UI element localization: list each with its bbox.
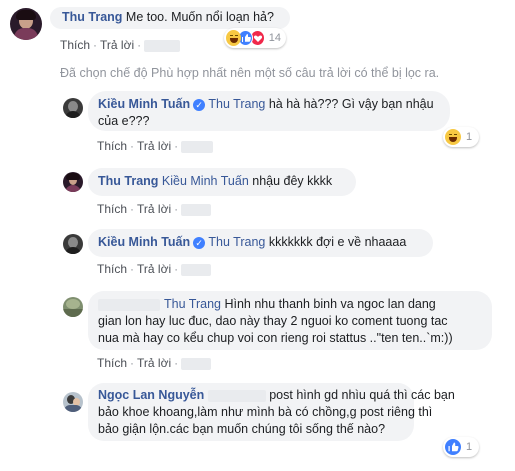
avatar-kieu-minh-tuan[interactable] xyxy=(63,98,83,118)
comment-text-line-1: Hình nhu thanh binh va ngoc lan dang xyxy=(224,297,436,311)
timestamp-blurred xyxy=(181,140,214,153)
avatar-thu-trang[interactable] xyxy=(10,8,42,40)
mention-link[interactable]: Kiều Minh Tuấn xyxy=(162,174,249,188)
like-link[interactable]: Thích xyxy=(97,356,127,370)
reply-link[interactable]: Trả lời xyxy=(100,38,134,52)
comment-actions: Thích · Trả lời · xyxy=(97,202,212,216)
comment-bubble: Ngọc Lan Nguyễn post hình gd nhìu quá th… xyxy=(88,383,455,441)
author-name-blurred xyxy=(98,298,160,311)
comment-bubble: Thu Trang Kiều Minh Tuấn nhậu đêy kkkk xyxy=(88,168,356,196)
comment-bubble: Kiều Minh Tuấn ✓ Thu Trang kkkkkkk đợi e … xyxy=(88,229,433,257)
reaction-summary[interactable]: 1 xyxy=(443,127,479,147)
timestamp-blurred xyxy=(181,203,212,216)
reaction-count: 1 xyxy=(466,441,473,453)
comment-actions: Thích · Trả lời · xyxy=(97,139,214,153)
avatar-ngoc-lan-nguyen[interactable] xyxy=(63,392,83,412)
like-link[interactable]: Thích xyxy=(60,38,90,52)
comment-line: Thu Trang Hình nhu thanh binh va ngoc la… xyxy=(98,296,482,313)
mention-link[interactable]: Thu Trang xyxy=(208,235,265,249)
haha-icon xyxy=(226,30,241,46)
comment-text-line-2: bảo khoe khoang,làm như mình bà có chồng… xyxy=(98,405,433,419)
reply-link[interactable]: Trả lời xyxy=(137,262,171,276)
comment-bubble: Thu Trang Me too. Muốn nổi loạn hả? xyxy=(50,7,290,29)
comment-author[interactable]: Ngọc Lan Nguyễn xyxy=(98,388,204,402)
reaction-count: 14 xyxy=(268,32,281,44)
reaction-summary[interactable]: 1 xyxy=(443,437,479,457)
haha-icon xyxy=(445,129,461,145)
comment-actions: Thích · Trả lời · xyxy=(60,38,181,52)
comment-bubble: Kiều Minh Tuấn ✓ Thu Trang hà hà hà??? Gì… xyxy=(88,91,450,131)
comment-text-line-3: bảo giận lộn.các bạn muốn chúng tôi sống… xyxy=(98,422,386,436)
comment-text-line-2: gian lon hay luc đuc, dao này thay 2 ngu… xyxy=(98,314,448,328)
like-link[interactable]: Thích xyxy=(97,262,127,276)
mention-link[interactable]: Thu Trang xyxy=(164,297,221,311)
timestamp-blurred xyxy=(181,263,212,276)
verified-badge-icon: ✓ xyxy=(193,237,206,249)
timestamp-blurred xyxy=(181,357,212,370)
reaction-summary[interactable]: 14 xyxy=(224,28,286,48)
avatar-kieu-minh-tuan[interactable] xyxy=(63,234,83,254)
comment-author[interactable]: Kiều Minh Tuấn xyxy=(98,235,190,249)
comment-text-line-3: nua mà hay co kểu chup voi con rieng roi… xyxy=(98,331,453,345)
comment-author[interactable]: Thu Trang xyxy=(62,10,122,24)
comment-bubble: Thu Trang Hình nhu thanh binh va ngoc la… xyxy=(88,291,492,350)
reply-link[interactable]: Trả lời xyxy=(137,356,171,370)
comment-author[interactable]: Thu Trang xyxy=(98,174,158,188)
like-icon xyxy=(445,439,461,455)
comment-text-line-1: post hình gd nhìu quá thì các bạn xyxy=(269,388,455,402)
verified-badge-icon: ✓ xyxy=(193,99,206,111)
comment-actions: Thích · Trả lời · xyxy=(97,356,212,370)
comment-text: Me too. Muốn nổi loạn hả? xyxy=(125,10,274,24)
avatar-user[interactable] xyxy=(63,297,83,317)
like-link[interactable]: Thích xyxy=(97,202,127,216)
comment-line: Ngọc Lan Nguyễn post hình gd nhìu quá th… xyxy=(98,387,455,404)
mention-blurred xyxy=(207,389,266,402)
like-link[interactable]: Thích xyxy=(97,139,127,153)
comment-text: nhậu đêy kkkk xyxy=(252,174,333,188)
reaction-count: 1 xyxy=(466,131,473,143)
avatar-thu-trang[interactable] xyxy=(63,172,83,192)
timestamp-blurred xyxy=(144,39,181,52)
comment-text: kkkkkkk đợi e về nhaaaa xyxy=(268,235,407,249)
comment-actions: Thích · Trả lời · xyxy=(97,262,212,276)
reply-link[interactable]: Trả lời xyxy=(137,139,171,153)
mention-link[interactable]: Thu Trang xyxy=(208,97,265,111)
comment-author[interactable]: Kiều Minh Tuấn xyxy=(98,97,190,111)
reply-link[interactable]: Trả lời xyxy=(137,202,171,216)
filter-notice: Đã chọn chế độ Phù hợp nhất nên một số c… xyxy=(60,66,440,80)
